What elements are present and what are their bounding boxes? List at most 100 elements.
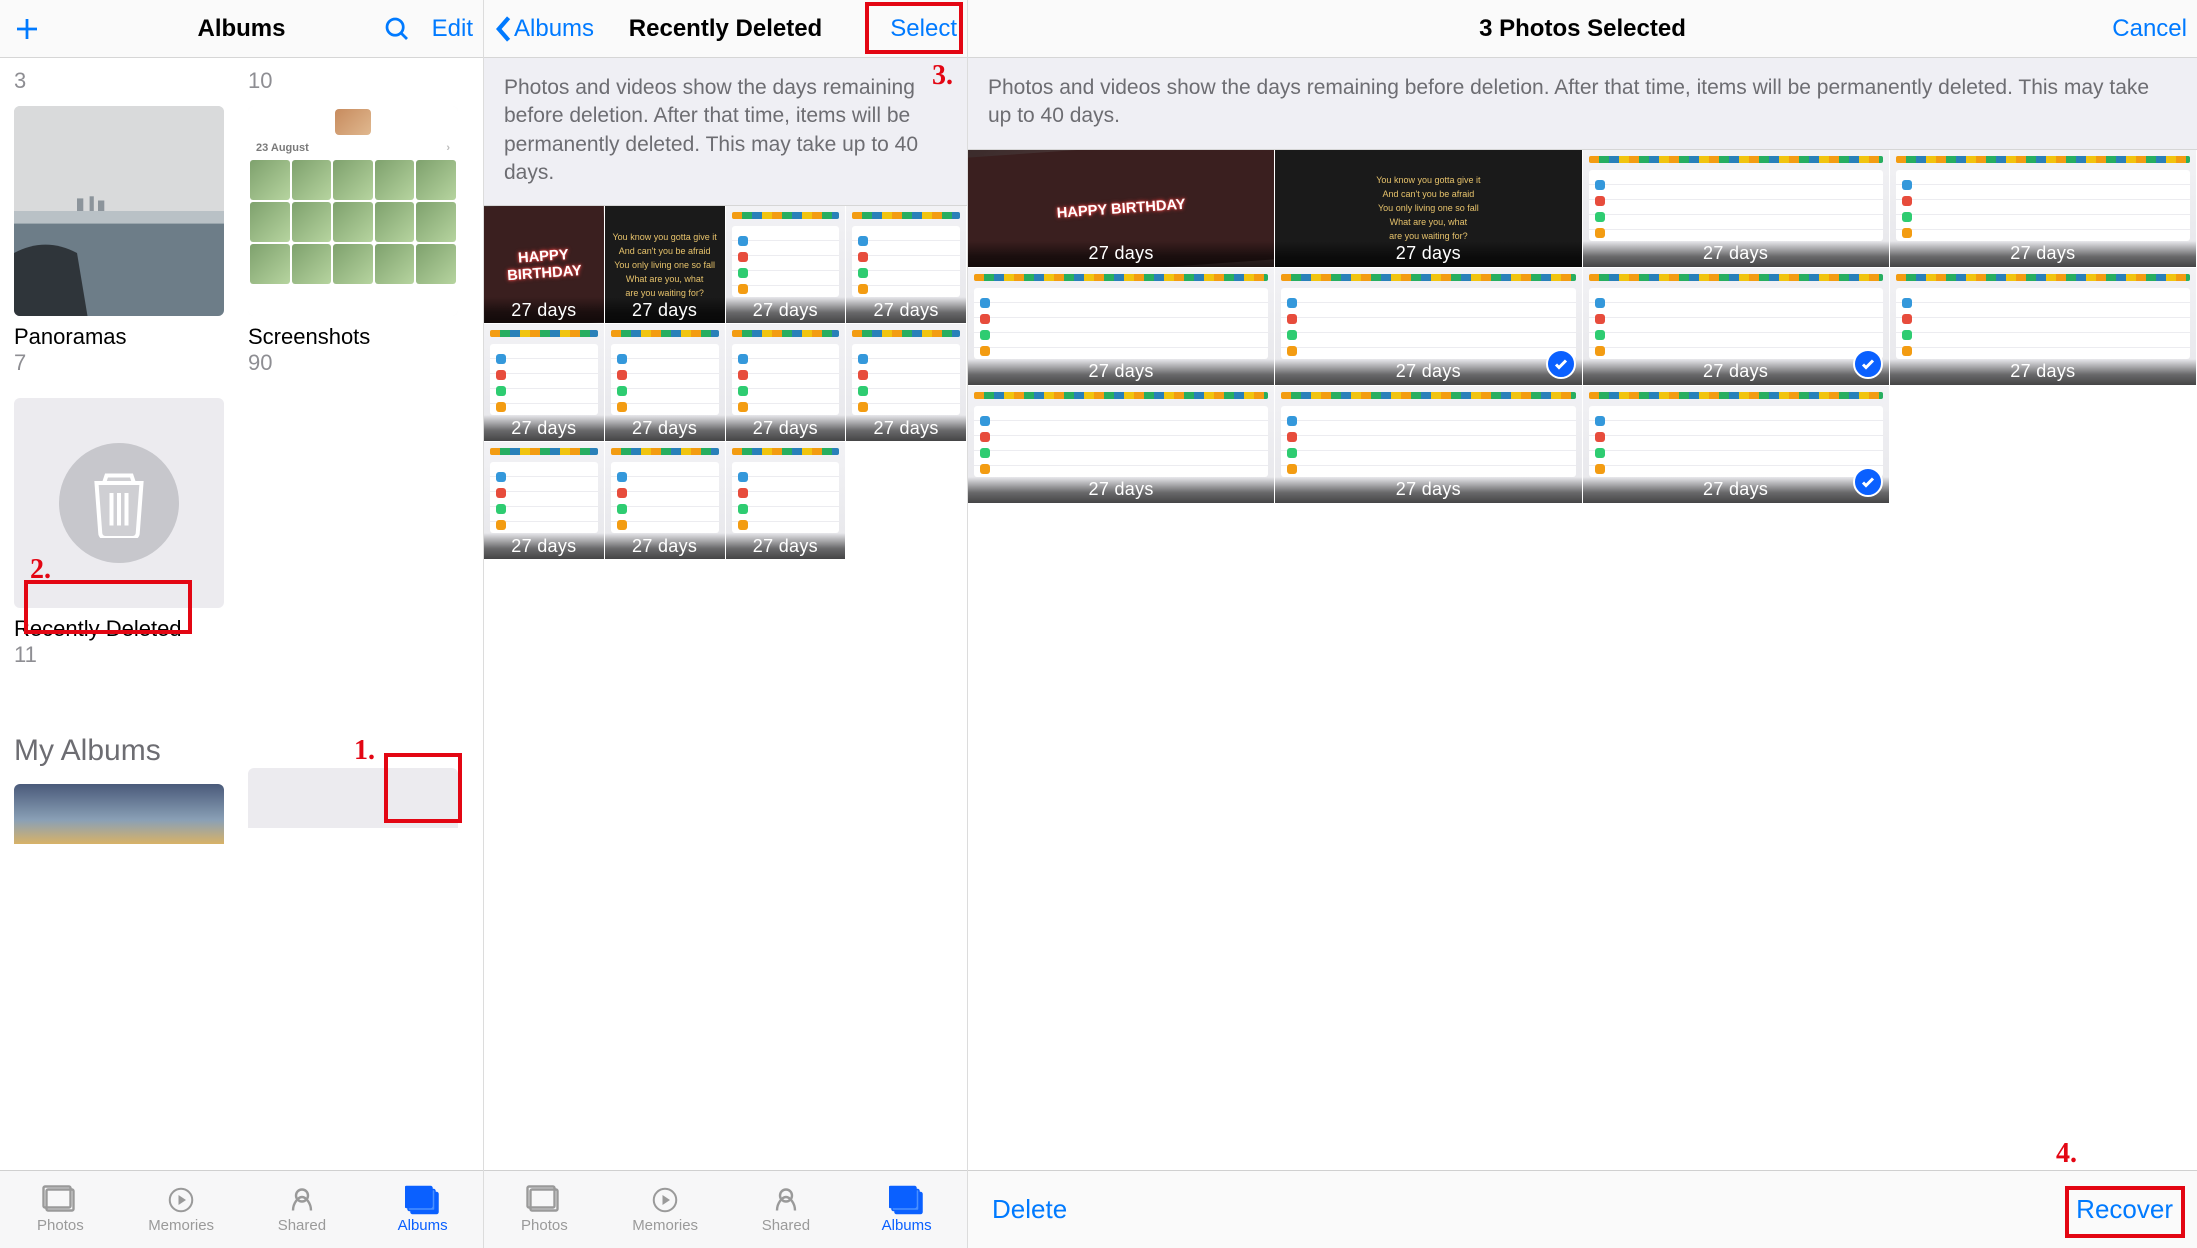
callout-four: 4. (2056, 1138, 2077, 1170)
deleted-item[interactable]: HAPPY BIRTHDAY27 days (484, 206, 605, 324)
selected-check-icon (1546, 349, 1576, 379)
tab-shared-b[interactable]: Shared (726, 1171, 847, 1248)
deleted-item[interactable]: You know you gotta give itAnd can't you … (605, 206, 726, 324)
navbar-albums: Albums Edit (0, 0, 483, 58)
days-remaining-label: 27 days (605, 415, 725, 441)
days-remaining-label: 27 days (726, 533, 846, 559)
deleted-item[interactable]: 27 days (726, 442, 847, 560)
deleted-item[interactable]: 27 days (1275, 386, 1582, 504)
deleted-item[interactable]: You know you gotta give itAnd can't you … (1275, 150, 1582, 268)
days-remaining-label: 27 days (968, 359, 1274, 385)
trash-icon (59, 443, 179, 563)
deleted-item[interactable]: 27 days (968, 268, 1275, 386)
edit-button[interactable]: Edit (432, 15, 473, 43)
nav-title-selected: 3 Photos Selected (968, 15, 2197, 43)
album-tile-panoramas[interactable]: Panoramas 7 (14, 106, 224, 376)
album-count-recently-deleted: 11 (14, 642, 224, 668)
tab-memories-b[interactable]: Memories (605, 1171, 726, 1248)
count-right: 10 (248, 68, 272, 94)
callout-one: 1. (354, 735, 375, 767)
album-name-recently-deleted: Recently Deleted (14, 616, 224, 642)
album-name-panoramas: Panoramas (14, 324, 224, 350)
tab-albums-b[interactable]: Albums (846, 1171, 967, 1248)
delete-button[interactable]: Delete (992, 1194, 1067, 1225)
days-remaining-label: 27 days (1583, 359, 1889, 385)
album-tile-screenshots[interactable]: 23 August › Screenshots 90 (248, 106, 458, 376)
count-left: 3 (14, 68, 224, 94)
deleted-item[interactable]: 27 days (1890, 150, 2197, 268)
tab-memories[interactable]: Memories (121, 1171, 242, 1248)
tab-photos[interactable]: Photos (0, 1171, 121, 1248)
tab-shared-label: Shared (762, 1217, 810, 1234)
select-button[interactable]: Select (890, 15, 957, 43)
callout-three: 3. (932, 60, 953, 92)
deleted-item[interactable]: 27 days (968, 386, 1275, 504)
days-remaining-label: 27 days (484, 533, 604, 559)
album-count-screenshots: 90 (248, 350, 458, 376)
deleted-item[interactable]: 27 days (846, 324, 967, 442)
tabbar-b: Photos Memories Shared Albums (484, 1170, 967, 1248)
album-name-screenshots: Screenshots (248, 324, 458, 350)
selected-check-icon (1853, 467, 1883, 497)
recover-button[interactable]: Recover (2076, 1194, 2173, 1225)
memory-date: 23 August (256, 142, 309, 154)
days-remaining-label: 27 days (1583, 241, 1889, 267)
days-remaining-label: 27 days (484, 297, 604, 323)
chevron-right-icon: › (446, 142, 450, 154)
album-tile-recently-deleted[interactable]: Recently Deleted 11 (14, 398, 224, 668)
panel-selected: 3 Photos Selected Cancel Photos and vide… (968, 0, 2197, 1248)
callout-two: 2. (30, 554, 51, 586)
deleted-item[interactable]: 27 days (1583, 150, 1890, 268)
selected-check-icon (1853, 349, 1883, 379)
deleted-grid-selected: HAPPY BIRTHDAY27 daysYou know you gotta … (968, 150, 2197, 1170)
days-remaining-label: 27 days (846, 297, 966, 323)
tab-photos-b[interactable]: Photos (484, 1171, 605, 1248)
deleted-item[interactable]: 27 days (605, 442, 726, 560)
deleted-cell-empty (846, 442, 967, 560)
navbar-recently-deleted: Albums Recently Deleted Select (484, 0, 967, 58)
deleted-item[interactable]: 27 days (484, 324, 605, 442)
days-remaining-label: 27 days (726, 415, 846, 441)
my-albums-header: My Albums (14, 734, 469, 768)
my-albums-tile-2[interactable] (248, 768, 458, 828)
deleted-item[interactable]: 27 days (1890, 268, 2197, 386)
albums-icon (405, 1185, 441, 1215)
tab-shared[interactable]: Shared (242, 1171, 363, 1248)
toolbar-selected: Delete Recover (968, 1170, 2197, 1248)
tab-shared-label: Shared (278, 1217, 326, 1234)
tab-albums-label: Albums (882, 1217, 932, 1234)
deleted-item[interactable]: 27 days (605, 324, 726, 442)
deleted-item[interactable]: 27 days (1583, 386, 1890, 504)
deleted-item[interactable]: 27 days (846, 206, 967, 324)
cancel-button[interactable]: Cancel (2112, 15, 2187, 43)
days-remaining-label: 27 days (968, 477, 1274, 503)
deleted-item[interactable]: 27 days (726, 324, 847, 442)
albums-body: 3 10 (0, 58, 483, 1170)
deleted-item[interactable]: 27 days (726, 206, 847, 324)
panel-albums: Albums Edit 3 10 (0, 0, 484, 1248)
deleted-item[interactable]: 27 days (484, 442, 605, 560)
deleted-item[interactable]: HAPPY BIRTHDAY27 days (968, 150, 1275, 268)
days-remaining-label: 27 days (846, 415, 966, 441)
days-remaining-label: 27 days (1275, 241, 1581, 267)
back-button[interactable]: Albums (494, 15, 594, 43)
days-remaining-label: 27 days (605, 533, 725, 559)
days-remaining-label: 27 days (605, 297, 725, 323)
albums-icon (889, 1185, 925, 1215)
deleted-item[interactable]: 27 days (1275, 268, 1582, 386)
deleted-cell-empty (1890, 386, 2197, 504)
album-count-panoramas: 7 (14, 350, 224, 376)
photos-icon (526, 1185, 562, 1215)
tab-albums-label: Albums (398, 1217, 448, 1234)
navbar-selected: 3 Photos Selected Cancel (968, 0, 2197, 58)
days-remaining-label: 27 days (484, 415, 604, 441)
tab-albums[interactable]: Albums (362, 1171, 483, 1248)
tab-memories-label: Memories (148, 1217, 214, 1234)
deleted-item[interactable]: 27 days (1583, 268, 1890, 386)
deleted-grid: HAPPY BIRTHDAY27 daysYou know you gotta … (484, 206, 967, 1170)
search-icon[interactable] (380, 12, 414, 46)
tabbar: Photos Memories Shared Albums (0, 1170, 483, 1248)
my-albums-tile[interactable] (14, 784, 224, 844)
add-button[interactable] (10, 12, 44, 46)
days-remaining-label: 27 days (1583, 477, 1889, 503)
